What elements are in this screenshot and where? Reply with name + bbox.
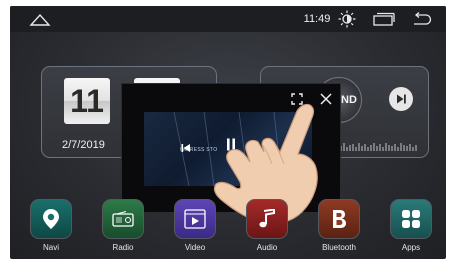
radio-icon	[102, 199, 144, 239]
music-note-icon	[246, 199, 288, 239]
brightness-icon[interactable]	[337, 6, 357, 32]
dock-label-audio: Audio	[256, 243, 278, 252]
dock-label-apps: Apps	[401, 243, 421, 252]
dock-label-radio: Radio	[112, 243, 134, 252]
film-icon	[174, 199, 216, 239]
dock-label-bluetooth: Bluetooth	[322, 243, 356, 252]
back-icon[interactable]	[409, 6, 435, 32]
clock-hour: 11	[64, 78, 110, 124]
music-title: ND	[341, 94, 357, 106]
audio-waveform	[334, 143, 417, 151]
status-time: 11:49	[303, 13, 331, 25]
dock-audio[interactable]: Audio	[244, 199, 290, 252]
dock-apps[interactable]: Apps	[388, 199, 434, 252]
status-bar: 11:49	[10, 6, 446, 32]
dock-label-navi: Navi	[42, 243, 59, 252]
dock-navi[interactable]: Navi	[28, 199, 74, 252]
clock-date: 2/7/2019	[62, 139, 105, 151]
grid-icon	[390, 199, 432, 239]
dock-bluetooth[interactable]: Bluetooth	[316, 199, 362, 252]
location-pin-icon	[30, 199, 72, 239]
dock-label-video: Video	[184, 243, 206, 252]
dock-video[interactable]: Video	[172, 199, 218, 252]
recent-apps-icon[interactable]	[370, 6, 398, 32]
previous-icon[interactable]	[181, 140, 191, 158]
head-unit-screen: 11:49 11 2/7/2019 ND IMPRESS STO Navi Ra…	[10, 6, 446, 259]
home-icon[interactable]	[24, 6, 56, 32]
next-track-icon[interactable]	[389, 87, 413, 111]
bluetooth-icon	[318, 199, 360, 239]
dock-radio[interactable]: Radio	[100, 199, 146, 252]
